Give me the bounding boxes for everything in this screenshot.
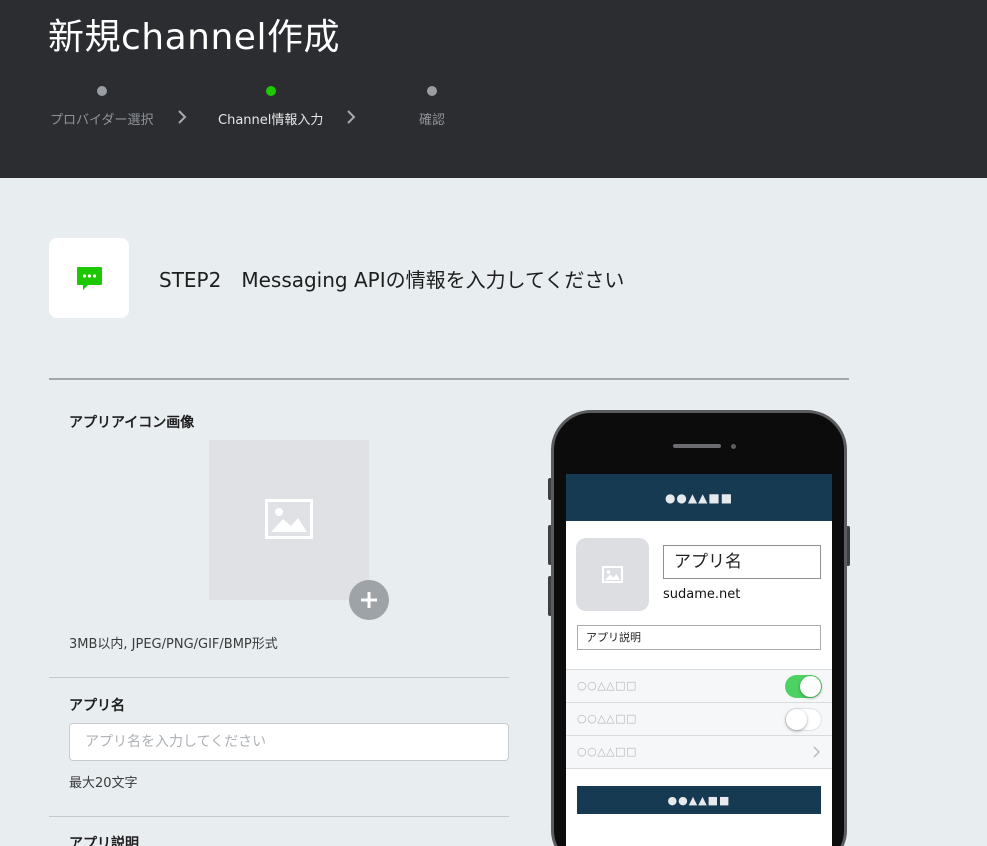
page-header: 新規channel作成 プロバイダー選択 Channel情報入力 確認 (0, 0, 987, 178)
add-icon-button[interactable] (349, 580, 389, 620)
toggle-knob (800, 676, 821, 697)
step-provider-select: プロバイダー選択 (50, 86, 153, 128)
plus-icon (361, 592, 377, 608)
field-separator (49, 677, 509, 678)
app-description-label: アプリ説明 (69, 836, 139, 846)
preview-settings-list: ○○△△□□ ○○△△□□ ○○△△□□ (566, 669, 832, 769)
app-name-input[interactable] (69, 723, 509, 761)
preview-row: ○○△△□□ (566, 703, 832, 736)
app-icon-label: アプリアイコン画像 (69, 415, 195, 431)
chevron-right-icon (178, 110, 187, 124)
phone-screen: ●●▲▲■■ アプリ名 sudame.net アプリ説明 ○○△△□□ ○○△△… (566, 474, 832, 846)
field-separator (49, 816, 509, 817)
preview-domain: sudame.net (663, 587, 741, 602)
preview-app-icon (576, 538, 649, 611)
preview-description: アプリ説明 (577, 625, 821, 650)
step-heading: STEP2 Messaging APIの情報を入力してください (159, 268, 625, 292)
section-divider (49, 378, 849, 380)
step-label: Channel情報入力 (218, 113, 324, 128)
step-confirm: 確認 (419, 86, 445, 128)
toggle-knob (786, 709, 807, 730)
preview-row-label: ○○△△□□ (577, 679, 637, 692)
speech-bubble-icon (77, 267, 102, 290)
step-dot (427, 86, 437, 96)
preview-header: ●●▲▲■■ (566, 474, 832, 521)
image-placeholder-icon (265, 499, 313, 539)
preview-action-button: ●●▲▲■■ (577, 786, 821, 814)
step-dot-active (265, 86, 276, 96)
phone-camera (731, 444, 736, 449)
preview-row: ○○△△□□ (566, 670, 832, 703)
step-icon-card (49, 238, 129, 318)
preview-app-name: アプリ名 (663, 545, 821, 579)
phone-speaker (673, 444, 721, 448)
app-name-label: アプリ名 (69, 698, 125, 714)
preview-row-label: ○○△△□□ (577, 745, 637, 758)
preview-row: ○○△△□□ (566, 736, 832, 769)
chevron-right-icon (813, 746, 820, 758)
preview-button-shapes: ●●▲▲■■ (667, 793, 731, 807)
step-label: プロバイダー選択 (50, 113, 154, 128)
chevron-right-icon (347, 110, 356, 124)
image-placeholder-icon (602, 566, 623, 583)
app-icon-upload-area[interactable] (209, 440, 369, 600)
toggle-switch-off (785, 708, 822, 731)
app-name-hint: 最大20文字 (69, 776, 138, 791)
toggle-switch-on (785, 675, 822, 698)
step-label: 確認 (419, 113, 446, 128)
step-dot (96, 86, 107, 96)
step-channel-info: Channel情報入力 (218, 86, 323, 128)
app-icon-hint: 3MB以内, JPEG/PNG/GIF/BMP形式 (69, 637, 278, 652)
preview-header-shapes: ●●▲▲■■ (664, 490, 734, 505)
page-title: 新規channel作成 (48, 17, 340, 58)
preview-row-label: ○○△△□□ (577, 712, 637, 725)
